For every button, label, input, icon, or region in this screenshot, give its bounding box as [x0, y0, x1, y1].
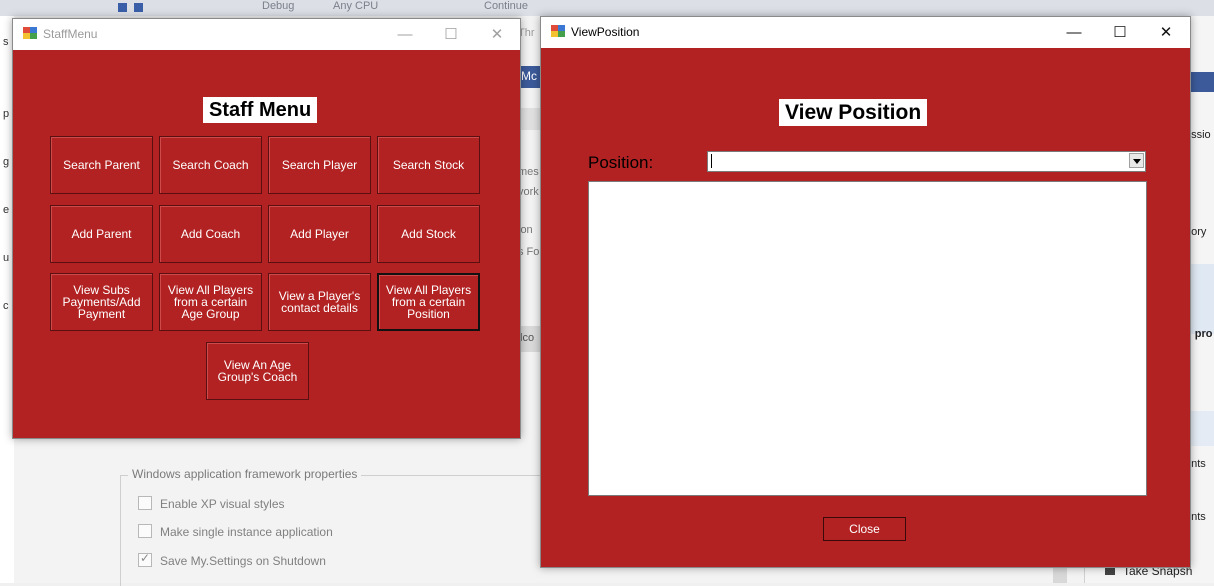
group-title: Windows application framework properties	[128, 467, 362, 481]
checkbox-checked-icon	[138, 551, 152, 567]
strip-char: c	[3, 300, 9, 312]
viewposition-form: View Position Position: Close	[541, 48, 1190, 567]
app-framework-properties-group: Windows application framework properties…	[120, 467, 541, 586]
fragment-text: lco	[520, 332, 535, 344]
app-icon	[551, 25, 565, 37]
text-caret	[711, 154, 712, 168]
add-stock-button[interactable]: Add Stock	[377, 205, 480, 263]
close-form-button[interactable]: Close	[823, 517, 906, 541]
search-coach-button[interactable]: Search Coach	[159, 136, 262, 194]
checkbox-label: Save My.Settings on Shutdown	[160, 554, 326, 568]
staffmenu-titlebar[interactable]: StaffMenu — ☐ ✕	[13, 19, 520, 50]
chevron-down-icon[interactable]	[1129, 153, 1144, 168]
view-age-group-coach-button[interactable]: View An Age Group's Coach	[206, 342, 309, 400]
maximize-button[interactable]: ☐	[1097, 17, 1143, 48]
checkbox-label: Make single instance application	[160, 525, 333, 539]
position-label: Position:	[588, 153, 654, 172]
add-parent-button[interactable]: Add Parent	[50, 205, 153, 263]
search-parent-button[interactable]: Search Parent	[50, 136, 153, 194]
page-title: Staff Menu	[203, 97, 318, 123]
fragment-text: vork	[518, 186, 539, 198]
minimize-button[interactable]: —	[382, 19, 428, 50]
staffmenu-window[interactable]: StaffMenu — ☐ ✕ Staff Menu Search Parent…	[12, 18, 521, 439]
strip-char: g	[3, 156, 10, 168]
position-select[interactable]	[707, 151, 1146, 172]
strip-char: e	[3, 204, 10, 216]
minimize-button[interactable]: —	[1051, 17, 1097, 48]
fragment-text: Mc	[521, 69, 537, 83]
window-title: ViewPosition	[571, 25, 640, 39]
window-title: StaffMenu	[43, 27, 98, 41]
camera-icon	[1105, 567, 1115, 575]
add-player-button[interactable]: Add Player	[268, 205, 371, 263]
checkbox-icon	[138, 524, 152, 538]
single-instance-checkbox[interactable]: Make single instance application	[138, 524, 333, 539]
continue-button[interactable]: Continue	[484, 0, 528, 12]
ide-header-fragment: Mc	[518, 66, 540, 88]
checkbox-icon	[138, 496, 152, 510]
strip-char: p	[3, 108, 10, 120]
view-players-by-age-group-button[interactable]: View All Players from a certain Age Grou…	[159, 273, 262, 331]
ide-icon-fragment: lco	[518, 326, 540, 352]
app-icon	[23, 27, 37, 39]
page-title: View Position	[779, 99, 928, 126]
staffmenu-form: Staff Menu Search Parent Search Coach Se…	[13, 50, 520, 438]
enable-xp-styles-checkbox[interactable]: Enable XP visual styles	[138, 496, 285, 511]
strip-char: s	[3, 36, 9, 48]
ide-search-fragment	[518, 108, 540, 130]
config-dropdown[interactable]: Debug	[262, 0, 294, 12]
players-listbox[interactable]	[588, 181, 1147, 496]
viewposition-titlebar[interactable]: ViewPosition — ☐ ✕	[541, 17, 1190, 48]
search-stock-button[interactable]: Search Stock	[377, 136, 480, 194]
add-coach-button[interactable]: Add Coach	[159, 205, 262, 263]
save-all-icon[interactable]	[134, 3, 143, 12]
ide-toolbar: Debug Any CPU Continue	[0, 0, 1214, 17]
fragment-text: s Fo	[518, 246, 540, 258]
close-button[interactable]: ✕	[474, 19, 520, 50]
scrollbar[interactable]	[1053, 567, 1067, 583]
viewposition-window[interactable]: ViewPosition — ☐ ✕ View Position Positio…	[540, 16, 1191, 568]
save-settings-checkbox[interactable]: Save My.Settings on Shutdown	[138, 551, 326, 568]
view-player-contact-button[interactable]: View a Player's contact details	[268, 273, 371, 331]
search-player-button[interactable]: Search Player	[268, 136, 371, 194]
view-players-by-position-button[interactable]: View All Players from a certain Position	[377, 273, 480, 331]
save-icon[interactable]	[118, 3, 127, 12]
checkbox-label: Enable XP visual styles	[160, 497, 285, 511]
platform-dropdown[interactable]: Any CPU	[333, 0, 378, 12]
fragment-text: mes	[518, 166, 539, 178]
maximize-button[interactable]: ☐	[428, 19, 474, 50]
close-button[interactable]: ✕	[1143, 17, 1189, 48]
view-subs-payments-button[interactable]: View Subs Payments/Add Payment	[50, 273, 153, 331]
strip-char: u	[3, 252, 10, 264]
